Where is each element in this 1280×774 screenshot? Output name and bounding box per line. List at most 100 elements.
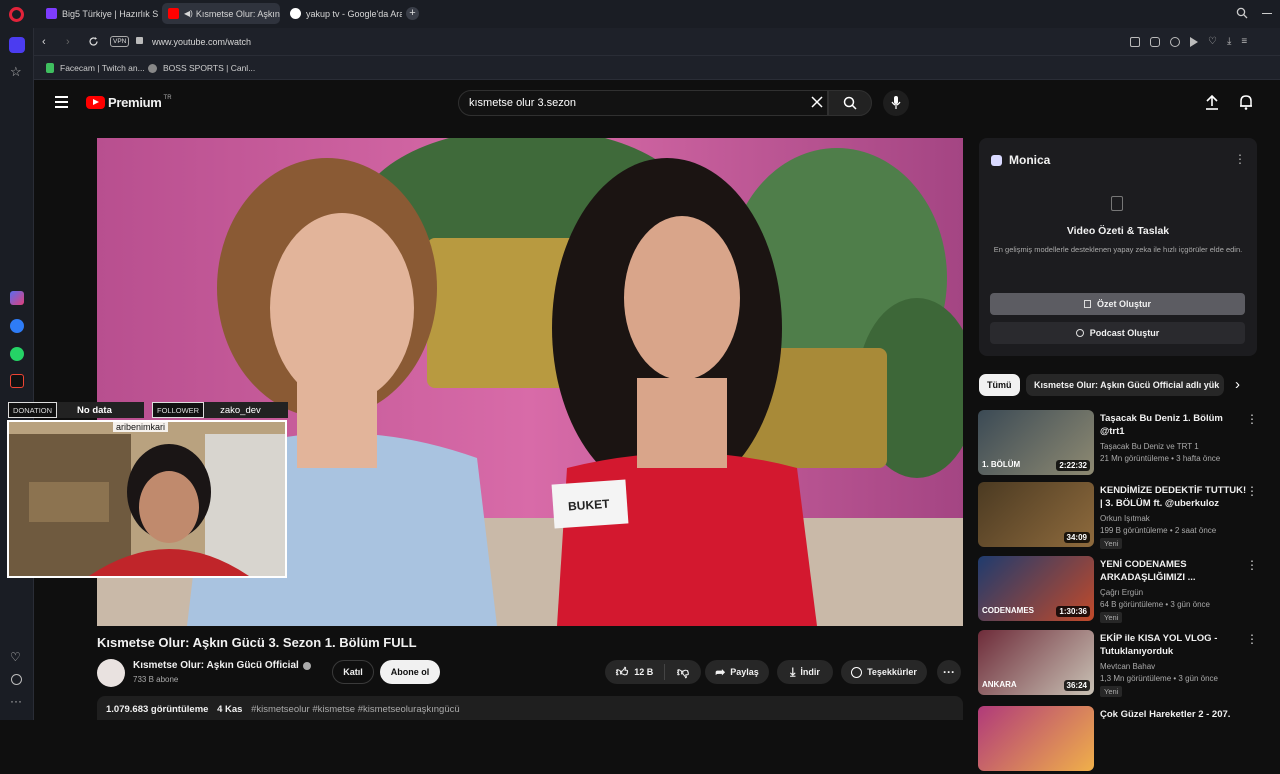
recommendation-meta: 1,3 Mn görüntüleme • 3 gün önce [1100,674,1218,683]
chips-next-icon[interactable]: › [1235,376,1240,393]
thanks-button[interactable]: Teşekkürler [841,660,927,684]
play-icon[interactable] [1190,37,1198,47]
back-icon[interactable]: ‹ [42,36,46,48]
opera-logo-icon[interactable] [9,7,24,22]
tab-favicon-icon [46,8,57,19]
hashtags[interactable]: #kismetseolur #kismetse #kismetseoluraşk… [251,704,460,715]
vpn-badge[interactable]: VPN [110,36,130,47]
tab-google[interactable]: yakup tv - Google'da Ara [284,3,402,24]
dislike-button[interactable]: 👎︎ [665,665,701,680]
recommendation-title[interactable]: KENDİMİZE DEDEKTİF TUTTUK! | 3. BÖLÜM ft… [1100,484,1250,510]
video-thumbnail[interactable]: 34:09 [978,482,1094,547]
share-button[interactable]: ➦ Paylaş [705,660,769,684]
monica-heading: Video Özeti & Taslak [1066,225,1170,237]
heart-icon[interactable]: ♡ [1208,37,1217,47]
recommendation-item[interactable]: Çok Güzel Hareketler 2 - 207. [978,706,1268,774]
video-thumbnail[interactable]: CODENAMES 1:30:36 [978,556,1094,621]
clear-search-icon[interactable] [811,96,823,108]
speaker-icon[interactable]: ◀) [184,9,193,18]
messenger-icon[interactable] [10,319,24,333]
recommendation-title[interactable]: Çok Güzel Hareketler 2 - 207. [1100,708,1250,721]
recommendation-channel[interactable]: Çağrı Ergün [1100,587,1143,598]
video-duration: 34:09 [1063,532,1090,543]
notifications-icon[interactable] [1239,94,1253,110]
recommendation-menu-icon[interactable]: ⋮ [1246,484,1258,498]
subscribe-button[interactable]: Abone ol [380,660,440,684]
heart-icon[interactable]: ♡ [10,650,21,664]
reload-icon[interactable] [88,36,99,47]
history-icon[interactable] [11,674,22,685]
tab-big5[interactable]: Big5 Türkiye | Hazırlık Sez [40,3,158,24]
download-icon[interactable]: ⤓ [1227,37,1231,47]
recommendation-item[interactable]: CODENAMES 1:30:36 YENİ CODENAMES ARKADAŞLI… [978,556,1268,624]
description-box[interactable]: 1.079.683 görüntüleme 4 Kas #kismetseolu… [97,696,963,720]
summary-button[interactable]: Özet Oluştur [990,293,1245,315]
recommendation-channel[interactable]: Taşacak Bu Deniz ve TRT 1 [1100,441,1199,452]
chip-all[interactable]: Tümü [979,374,1020,396]
search-tabs-icon[interactable] [1236,7,1248,19]
like-button[interactable]: 👍︎ 12 B [605,664,665,680]
video-title: Kısmetse Olur: Aşkın Gücü 3. Sezon 1. Bö… [97,635,417,650]
aria-icon[interactable] [10,291,24,305]
recommendation-item[interactable]: ANKARA 36:24 EKİP ile KISA YOL VLOG - Tutu… [978,630,1268,698]
channel-name[interactable]: Kısmetse Olur: Aşkın Gücü Official [133,660,311,671]
recommendation-menu-icon[interactable]: ⋮ [1246,412,1258,426]
podcast-icon [1075,329,1084,337]
monica-menu-icon[interactable]: ⋮ [1234,152,1246,166]
edit-icon[interactable] [1130,37,1140,47]
camera-icon[interactable] [1150,37,1160,47]
share-icon: ➦ [715,665,726,679]
recommendation-menu-icon[interactable]: ⋮ [1246,558,1258,572]
video-duration: 36:24 [1063,680,1090,691]
star-icon[interactable]: ☆ [10,64,22,80]
thumbnail-text: 1. BÖLÜM [982,460,1021,469]
tab-label: Kısmetse Olur: Aşkın G [195,8,280,19]
video-thumbnail[interactable]: 1. BÖLÜM 2:22:32 [978,410,1094,475]
url-field[interactable]: www.youtube.com/watch [152,37,251,47]
channel-avatar[interactable] [97,659,125,687]
shield-icon[interactable] [1170,37,1180,47]
tab-kismetse[interactable]: ◀) Kısmetse Olur: Aşkın G [162,3,280,24]
video-thumbnail[interactable] [978,706,1094,771]
minimize-icon[interactable] [1262,13,1272,14]
download-label: İndir [800,667,820,677]
channel-name-text: Kısmetse Olur: Aşkın Gücü Official [133,660,299,671]
recommendation-item[interactable]: 1. BÖLÜM 2:22:32 Taşacak Bu Deniz 1. Bölüm… [978,410,1268,478]
recommendation-item[interactable]: 34:09 KENDİMİZE DEDEKTİF TUTTUK! | 3. BÖL… [978,482,1268,550]
menu-icon[interactable]: ≡ [1241,37,1247,47]
hamburger-icon[interactable] [55,96,68,108]
voice-search-button[interactable] [883,90,909,116]
youtube-logo[interactable]: Premium TR [86,95,172,110]
bookmark-boss-sports[interactable]: BOSS SPORTS | Canl... [148,63,255,73]
recommendation-channel[interactable]: Mevtcan Bahav [1100,661,1155,672]
download-icon: ⤓ [790,664,796,679]
tab-label: Big5 Türkiye | Hazırlık Sez [62,8,158,19]
recommendation-title[interactable]: EKİP ile KISA YOL VLOG - Tutuklanıyorduk [1100,632,1250,658]
bookmark-favicon-icon [46,63,54,73]
search-input[interactable]: kısmetse olur 3.sezon [458,90,828,116]
webcam-feed [9,422,285,576]
home-icon[interactable] [9,37,25,53]
upload-icon[interactable] [1205,94,1219,110]
recommendation-channel[interactable]: Orkun Işıtmak [1100,513,1150,524]
tab-label: yakup tv - Google'da Ara [306,8,402,19]
recommendation-title[interactable]: Taşacak Bu Deniz 1. Bölüm @trt1 [1100,412,1250,438]
recommendation-title[interactable]: YENİ CODENAMES ARKADAŞLIĞIMIZI ... [1100,558,1250,584]
new-tab-button[interactable]: + [406,7,419,20]
like-dislike-group: 👍︎ 12 B 👎︎ [605,660,701,684]
more-icon[interactable]: ··· [10,694,22,708]
tiktok-icon[interactable] [10,374,24,388]
join-button[interactable]: Katıl [332,660,374,684]
download-button[interactable]: ⤓ İndir [777,660,833,684]
search-button[interactable] [828,90,872,116]
whatsapp-icon[interactable] [10,347,24,361]
chip-channel[interactable]: Kısmetse Olur: Aşkın Gücü Official adlı … [1026,374,1224,396]
forward-icon[interactable]: › [66,36,70,48]
recommendation-meta: 64 B görüntüleme • 3 gün önce [1100,600,1210,609]
bookmark-facecam[interactable]: Facecam | Twitch an... [46,63,145,73]
podcast-button[interactable]: Podcast Oluştur [990,322,1245,344]
more-actions-button[interactable]: ··· [937,660,961,684]
recommendation-menu-icon[interactable]: ⋮ [1246,632,1258,646]
video-thumbnail[interactable]: ANKARA 36:24 [978,630,1094,695]
thumbnail-text: ANKARA [982,680,1017,689]
